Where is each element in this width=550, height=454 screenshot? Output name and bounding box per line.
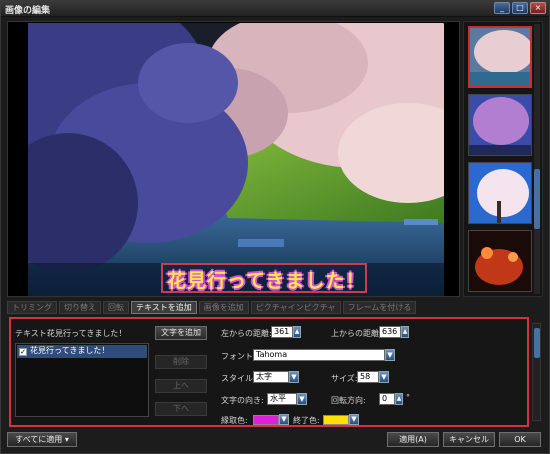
thumbnail-4[interactable] [468, 230, 532, 292]
close-button[interactable]: × [530, 2, 546, 14]
apply-all-button[interactable]: すべてに適用 ▾ [7, 432, 77, 447]
panel-scroll-thumb[interactable] [534, 328, 540, 358]
border-color-label: 縁取色: [221, 416, 248, 425]
size-dropdown-arrow-icon[interactable]: ▼ [379, 371, 389, 383]
thumbnail-1-image [470, 28, 530, 86]
font-dropdown-arrow-icon[interactable]: ▼ [385, 349, 395, 361]
direction-select[interactable]: 水平 [267, 393, 297, 405]
rotation-label: 回転方向: [331, 396, 366, 405]
move-up-button[interactable]: 上へ [155, 379, 207, 393]
thumbnail-2[interactable] [468, 94, 532, 156]
tab-add-frame[interactable]: フレームを付ける [342, 301, 417, 314]
delete-button[interactable]: 削除 [155, 355, 207, 369]
cherry-blossom-photo [28, 23, 444, 296]
direction-dropdown-arrow-icon[interactable]: ▼ [297, 393, 307, 405]
font-label: フォント: [221, 352, 256, 361]
style-dropdown-arrow-icon[interactable]: ▼ [289, 371, 299, 383]
apply-button[interactable]: 適用(A) [387, 432, 439, 447]
size-label: サイズ: [331, 374, 358, 383]
text-overlay-box[interactable]: 花見行ってきました！ [161, 263, 367, 293]
text-list[interactable]: ✓ 花見行ってきました！ [15, 343, 149, 417]
top-distance-label: 上からの距離: [331, 329, 382, 338]
title-bar: 画像の編集 _ □ × [1, 1, 549, 17]
panel-scrollbar[interactable] [532, 323, 541, 421]
window-title: 画像の編集 [5, 6, 51, 16]
border-color-dropdown-arrow-icon[interactable]: ▼ [279, 414, 289, 425]
thumbnail-3[interactable] [468, 162, 532, 224]
add-text-button[interactable]: 文字を追加 [155, 326, 207, 340]
thumbnail-strip [463, 21, 543, 297]
text-label: テキスト: [15, 329, 50, 338]
maximize-button[interactable]: □ [512, 2, 528, 14]
tab-rotate[interactable]: 回転 [103, 301, 129, 314]
tab-trimming[interactable]: トリミング [7, 301, 57, 314]
edit-image-window: 画像の編集 _ □ × 花見行ってきました！ トリミング 切り替え 回転 テキス… [0, 0, 550, 454]
checkbox-checked-icon[interactable]: ✓ [19, 348, 27, 356]
border-color-swatch[interactable] [253, 415, 279, 425]
thumbnail-1[interactable] [468, 26, 532, 88]
tab-add-text[interactable]: テキストを追加 [131, 301, 197, 314]
list-item-label: 花見行ってきました！ [30, 346, 110, 355]
window-controls: _ □ × [494, 2, 546, 14]
minimize-button[interactable]: _ [494, 2, 510, 14]
tab-picture-in-picture[interactable]: ピクチャインピクチャ [250, 301, 341, 314]
left-distance-field[interactable]: 361 [271, 326, 293, 338]
edit-tabs: トリミング 切り替え 回転 テキストを追加 画像を追加 ピクチャインピクチャ フ… [7, 301, 417, 314]
move-down-button[interactable]: 下へ [155, 402, 207, 416]
rotation-unit: ° [406, 393, 410, 402]
left-distance-spinner[interactable]: ▲ [293, 326, 301, 338]
rotation-spinner[interactable]: ▲ [395, 393, 403, 405]
thumbnail-scrollbar[interactable] [534, 24, 540, 294]
style-label: スタイル: [221, 374, 256, 383]
direction-label: 文字の向き: [221, 396, 264, 405]
top-distance-field[interactable]: 636 [379, 326, 401, 338]
top-distance-spinner[interactable]: ▲ [401, 326, 409, 338]
chevron-down-icon: ▾ [64, 435, 69, 444]
tab-switch[interactable]: 切り替え [59, 301, 101, 314]
thumbnail-4-image [469, 231, 531, 291]
image-preview [7, 21, 460, 297]
text-value: 花見行ってきました！ [47, 329, 127, 338]
left-distance-label: 左からの距離: [221, 329, 272, 338]
size-select[interactable]: 58 [357, 371, 379, 383]
list-item[interactable]: ✓ 花見行ってきました！ [17, 345, 147, 358]
font-select[interactable]: Tahoma [253, 349, 385, 361]
end-color-swatch[interactable] [323, 415, 349, 425]
end-color-dropdown-arrow-icon[interactable]: ▼ [349, 414, 359, 425]
thumbnail-scroll-thumb[interactable] [534, 169, 540, 229]
style-select[interactable]: 太字 [253, 371, 289, 383]
cancel-button[interactable]: キャンセル [443, 432, 495, 447]
overlay-text: 花見行ってきました！ [167, 270, 366, 292]
apply-all-label: すべてに適用 [15, 435, 63, 444]
rotation-field[interactable]: 0 [379, 393, 395, 405]
thumbnail-3-image [469, 163, 531, 223]
tab-add-image[interactable]: 画像を追加 [198, 301, 249, 314]
ok-button[interactable]: OK [499, 432, 541, 447]
end-color-label: 終了色: [293, 416, 320, 425]
thumbnail-2-image [469, 95, 531, 155]
